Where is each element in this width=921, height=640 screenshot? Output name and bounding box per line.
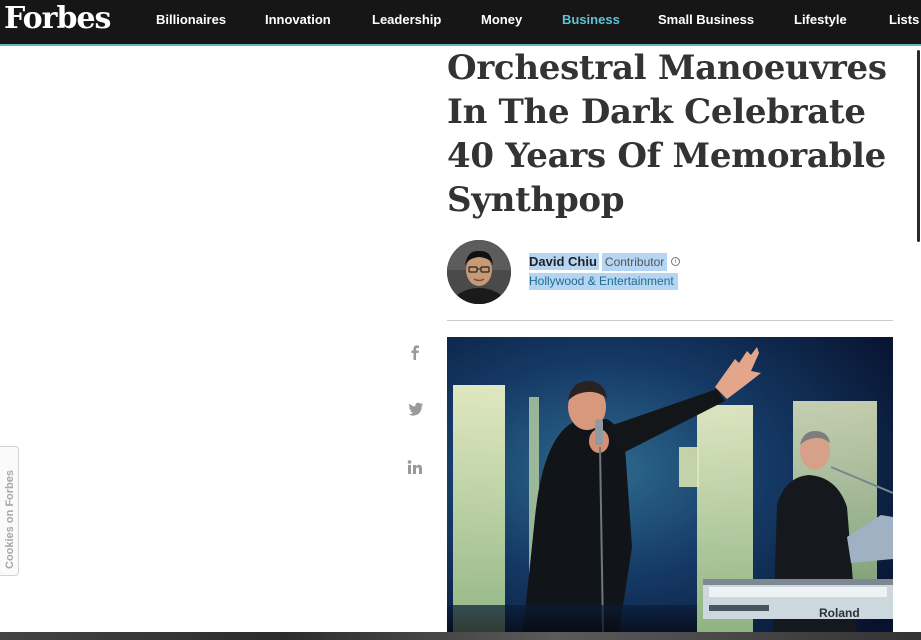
cookies-tab[interactable]: Cookies on Forbes — [0, 446, 19, 576]
linkedin-icon[interactable] — [404, 457, 426, 479]
author-photo-icon — [447, 240, 511, 304]
author-name-link[interactable]: David Chiu — [529, 253, 599, 270]
nav-item-innovation[interactable]: Innovation — [265, 12, 331, 27]
nav-item-billionaires[interactable]: Billionaires — [156, 12, 226, 27]
svg-text:Roland: Roland — [819, 606, 860, 620]
scrollbar-thumb[interactable] — [917, 50, 920, 242]
author-role: Contributor — [601, 252, 668, 271]
author-byline: David Chiu Contributor i — [529, 252, 681, 271]
cookies-tab-label: Cookies on Forbes — [4, 469, 16, 569]
twitter-icon[interactable] — [404, 398, 426, 420]
nav-item-business[interactable]: Business — [562, 12, 620, 27]
author-section-link[interactable]: Hollywood & Entertainment — [529, 273, 678, 290]
page-bottom-strip — [0, 632, 921, 640]
concert-stage-photo: Roland — [447, 337, 893, 632]
byline-divider — [447, 320, 893, 321]
nav-item-lists[interactable]: Lists — [889, 12, 919, 27]
info-circle-icon[interactable]: i — [671, 257, 681, 266]
nav-item-money[interactable]: Money — [481, 12, 522, 27]
author-avatar[interactable] — [447, 240, 511, 304]
forbes-logo[interactable]: Forbes — [4, 1, 111, 36]
nav-item-leadership[interactable]: Leadership — [372, 12, 441, 27]
nav-item-lifestyle[interactable]: Lifestyle — [794, 12, 847, 27]
nav-item-small-business[interactable]: Small Business — [658, 12, 754, 27]
hero-image[interactable]: Roland — [447, 337, 893, 632]
facebook-icon[interactable] — [404, 341, 426, 363]
article-headline: Orchestral Manoeuvres In The Dark Celebr… — [447, 48, 887, 220]
top-nav: Forbes Billionaires Innovation Leadershi… — [0, 0, 921, 46]
